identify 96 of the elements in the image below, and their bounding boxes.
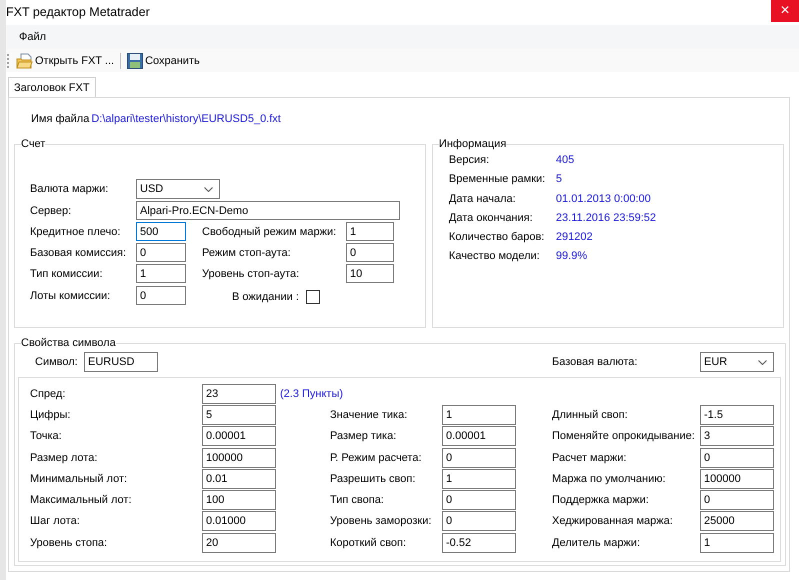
input-field[interactable]: 10 xyxy=(346,264,394,283)
input-field[interactable]: 100000 xyxy=(700,468,774,489)
group-title: Информация xyxy=(438,138,506,150)
input-field[interactable]: 1 xyxy=(700,532,774,553)
info-value: 01.01.2013 0:00:00 xyxy=(556,192,652,207)
info-label: Дата окончания: xyxy=(448,210,534,226)
input-field[interactable]: Alpari-Pro.ECN-Demo xyxy=(136,201,400,220)
menu-item[interactable]: Файл xyxy=(14,31,52,43)
input-field[interactable]: 0 xyxy=(136,243,186,262)
input-field[interactable]: 20 xyxy=(202,532,276,553)
group-title: Свойства символа xyxy=(21,337,116,349)
field-label: Тип свопа: xyxy=(330,494,385,506)
input-field[interactable]: -0.52 xyxy=(442,532,516,553)
field-label: Р. Режим расчета: xyxy=(330,452,423,464)
file-name-label: Имя файла xyxy=(31,113,90,125)
input-field[interactable]: 0.01000 xyxy=(202,511,276,532)
field-label: Символ: xyxy=(35,356,79,368)
info-label: Временные рамки: xyxy=(448,172,546,188)
field-label: Размер тика: xyxy=(330,430,398,442)
close-button[interactable]: × xyxy=(771,0,799,22)
info-label: Дата начала: xyxy=(448,192,517,207)
field-label: Лоты комиссии: xyxy=(30,288,112,304)
info-value: 23.11.2016 23:59:52 xyxy=(556,210,658,226)
input-field[interactable]: 0 xyxy=(700,490,774,510)
field-label: Шаг лота: xyxy=(30,515,81,528)
field-label: Длинный своп: xyxy=(552,408,629,421)
currency-dropdown[interactable]: EUR xyxy=(700,352,774,372)
input-field[interactable]: 0.01 xyxy=(202,468,276,489)
input-field[interactable]: 25000 xyxy=(700,511,774,532)
field-label: Тип комиссии: xyxy=(30,266,104,282)
open-button[interactable]: Открыть FXT ... xyxy=(15,50,116,72)
input-field[interactable]: 100000 xyxy=(202,448,276,468)
input-field[interactable]: 0.00001 xyxy=(202,426,276,446)
field-label: Поддержка маржи: xyxy=(552,494,650,506)
group-title: Счет xyxy=(21,138,46,150)
field-label: Максимальный лот: xyxy=(30,494,133,506)
folder-icon xyxy=(16,52,33,68)
currency-dropdown[interactable]: USD xyxy=(136,179,220,199)
info-value: 405 xyxy=(556,153,576,168)
toolbar-grip-icon xyxy=(7,52,10,68)
field-label: Размер лота: xyxy=(30,452,98,464)
input-field[interactable]: EURUSD xyxy=(84,352,158,372)
save-button[interactable]: Сохранить xyxy=(126,50,201,72)
window-title: FXT редактор Metatrader xyxy=(6,4,150,21)
info-value: 291202 xyxy=(556,230,594,246)
input-field[interactable]: 0 xyxy=(136,286,186,305)
field-label: Кредитное плечо: xyxy=(30,224,122,240)
input-field[interactable]: 0 xyxy=(346,243,394,262)
info-label: Качество модели: xyxy=(448,249,541,264)
field-label: Уровень заморозки: xyxy=(330,515,432,528)
input-field[interactable]: 1 xyxy=(346,222,394,241)
field-label: Валюта маржи: xyxy=(30,182,110,197)
input-field[interactable]: 1 xyxy=(442,468,516,489)
field-label: Поменяйте опрокидывание: xyxy=(552,430,696,442)
input-field[interactable]: 0.00001 xyxy=(442,426,516,446)
info-value: 99.9% xyxy=(556,249,588,264)
field-label: Базовая валюта: xyxy=(552,356,638,368)
field-label: Сервер: xyxy=(30,204,72,218)
input-field[interactable]: 3 xyxy=(700,426,774,446)
input-field[interactable]: -1.5 xyxy=(700,404,774,425)
spread-note: (2.3 Пункты) xyxy=(280,388,344,400)
chevron-down-icon xyxy=(204,186,213,192)
field-label: Режим стоп-аута: xyxy=(201,246,292,260)
field-label: Базовая комиссия: xyxy=(30,246,128,260)
field-label: Разрешить своп: xyxy=(330,472,416,485)
checkbox-label: В ожидании : xyxy=(232,290,299,302)
input-field[interactable]: 1 xyxy=(442,404,516,425)
field-label: Расчет маржи: xyxy=(552,452,628,464)
field-label: Маржа по умолчанию: xyxy=(552,472,667,485)
field-label: Значение тика: xyxy=(330,408,408,421)
field-label: Уровень стоп-аута: xyxy=(201,266,300,282)
field-label: Спред: xyxy=(30,388,66,400)
input-field[interactable]: 23 xyxy=(202,384,276,404)
input-field[interactable]: 0 xyxy=(442,448,516,468)
file-path: D:\alpari\tester\history\EURUSD5_0.fxt xyxy=(91,113,281,125)
input-field[interactable]: 500 xyxy=(136,222,186,241)
input-field[interactable]: 100 xyxy=(202,490,276,510)
field-label: Свободный режим маржи: xyxy=(201,224,338,240)
input-field[interactable]: 0 xyxy=(442,490,516,510)
input-field[interactable]: 0 xyxy=(442,511,516,532)
chevron-down-icon xyxy=(758,360,767,364)
tab[interactable]: Заголовок FXT xyxy=(8,77,96,97)
info-label: Версия: xyxy=(448,153,490,168)
field-label: Делитель маржи: xyxy=(552,536,641,549)
info-label: Количество баров: xyxy=(448,230,546,246)
input-field[interactable]: 5 xyxy=(202,404,276,425)
field-label: Минимальный лот: xyxy=(30,472,128,485)
checkbox[interactable] xyxy=(306,290,320,304)
field-label: Точка: xyxy=(30,430,63,442)
info-value: 5 xyxy=(556,172,564,188)
field-label: Короткий своп: xyxy=(330,536,408,549)
input-field[interactable]: 0 xyxy=(700,448,774,468)
field-label: Хеджированная маржа: xyxy=(552,515,674,528)
field-label: Уровень стопа: xyxy=(30,536,108,549)
field-label: Цифры: xyxy=(30,408,72,421)
input-field[interactable]: 1 xyxy=(136,264,186,283)
